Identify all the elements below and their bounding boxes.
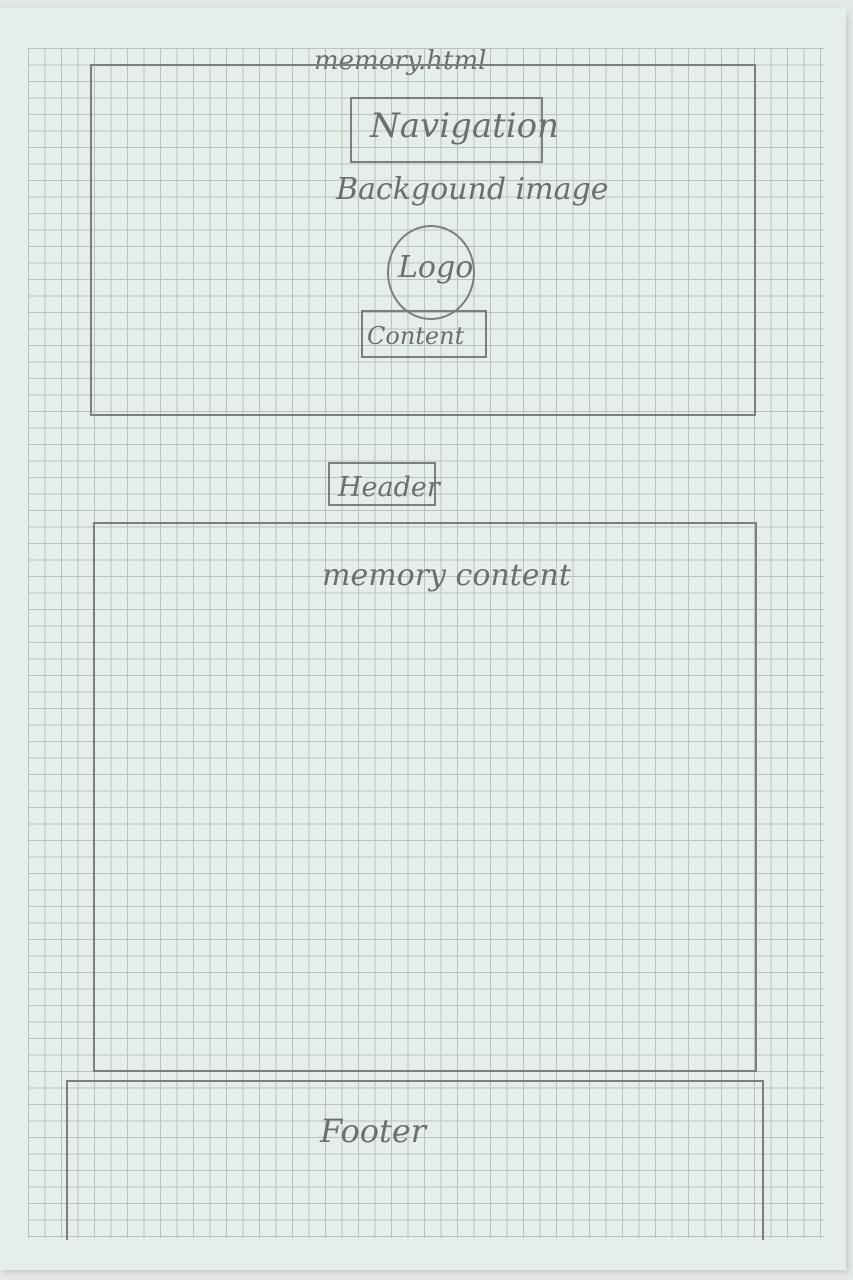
background-image-label: Backgound image — [336, 172, 609, 207]
footer-label: Footer — [320, 1112, 427, 1150]
content-label: Content — [367, 322, 465, 350]
header-label: Header — [338, 472, 440, 503]
memory-content-label: memory content — [322, 558, 571, 593]
footer-frame — [66, 1080, 764, 1240]
logo-label: Logo — [398, 250, 474, 285]
navigation-label: Navigation — [370, 106, 560, 146]
memory-content-box — [93, 522, 757, 1072]
